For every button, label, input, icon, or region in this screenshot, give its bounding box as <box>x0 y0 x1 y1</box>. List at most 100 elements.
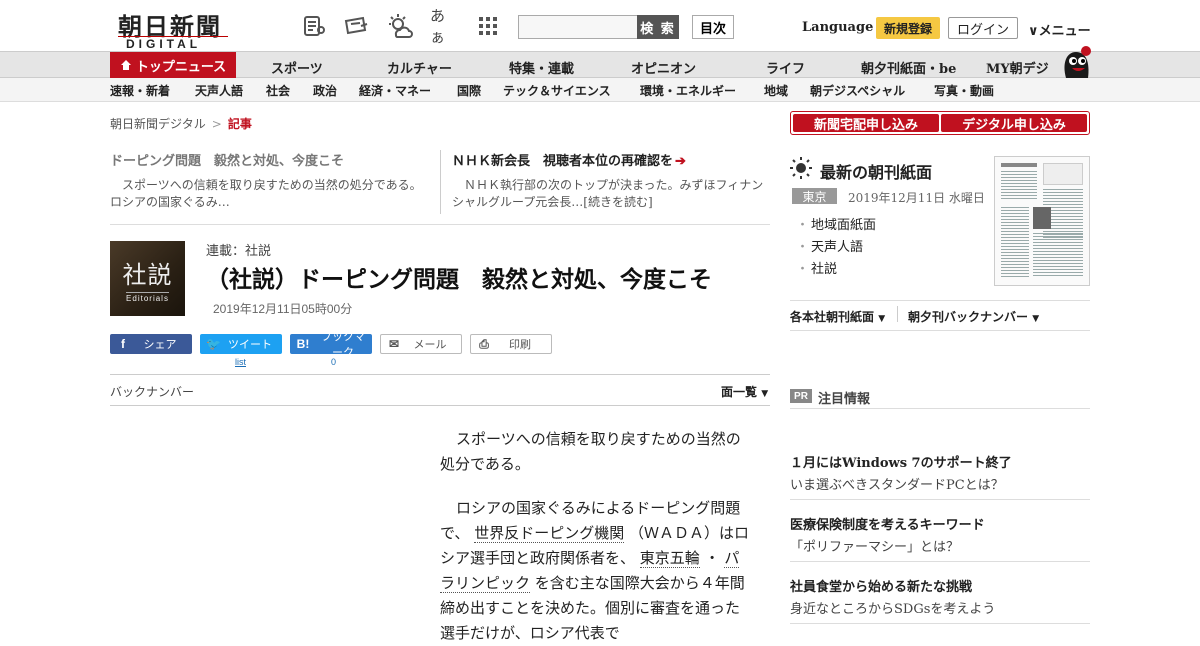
divider <box>110 405 770 406</box>
login-button[interactable]: ログイン <box>948 17 1018 39</box>
menu-label: メニュー <box>1038 24 1091 39</box>
mascot-icon[interactable] <box>1058 44 1092 78</box>
editorial-badge-kanji: 社説 <box>122 260 173 289</box>
language-link[interactable]: Language <box>802 20 873 35</box>
subnav-special[interactable]: 朝デジスペシャル <box>810 82 905 99</box>
related-article[interactable]: ＮＨＫ新会長 視聴者本位の再確認を ➔ ＮＨＫ執行部の次のトップが決まった。みずほ… <box>452 150 770 211</box>
dropdown-triangle-icon: ▼ <box>761 389 769 399</box>
nav-sports[interactable]: スポーツ <box>271 58 323 77</box>
logo-text-en: DIGITAL <box>126 37 202 51</box>
site-header: 朝日新聞 DIGITAL あぁ 検 索 目次 Language 新規登録 ログイ… <box>0 0 1200 52</box>
mail-button[interactable]: ✉ メール <box>380 334 462 354</box>
nav-my-asadigi[interactable]: MY朝デジ <box>986 58 1049 77</box>
site-logo[interactable]: 朝日新聞 DIGITAL <box>112 7 230 51</box>
subscribe-digital-button[interactable]: デジタル申し込み <box>941 114 1087 133</box>
toc-button[interactable]: 目次 <box>692 15 734 39</box>
subnav-tenseijingo[interactable]: 天声人語 <box>195 82 243 99</box>
search-button[interactable]: 検 索 <box>637 15 679 39</box>
term-link-wada[interactable]: 世界反ドーピング機関 <box>474 524 625 543</box>
breadcrumb-home[interactable]: 朝日新聞デジタル <box>110 117 206 131</box>
dropdown-triangle-icon: ▼ <box>1032 314 1040 324</box>
divider <box>790 408 1090 409</box>
search-input[interactable] <box>518 15 638 39</box>
right-link-tenseijingo[interactable]: 天声人語 <box>796 236 863 255</box>
twitter-tweet-button[interactable]: 🐦 ツイート <box>200 334 282 354</box>
related-desc: スポーツへの信頼を取り戻すための当然の処分である。 ロシアの国家ぐるみ… <box>110 178 428 209</box>
article-headline: （社説）ドーピング問題 毅然と対処、今度こそ <box>206 266 712 293</box>
newspaper-icon[interactable] <box>300 12 328 40</box>
register-button[interactable]: 新規登録 <box>876 17 940 39</box>
editorial-badge-image: 社説 Editorials <box>110 241 185 316</box>
related-title[interactable]: ドーピング問題 毅然と対処、今度こそ <box>110 150 428 169</box>
page-list-dropdown[interactable]: 面一覧 ▼ <box>721 383 768 400</box>
hq-paper-dropdown[interactable]: 各本社朝刊紙面 ▼ <box>790 308 885 325</box>
term-link-tokyo-olympics[interactable]: 東京五輪 <box>639 549 700 568</box>
grid-menu-icon[interactable] <box>474 12 502 40</box>
region-badge: 東京 <box>792 188 837 204</box>
right-link-regional[interactable]: 地域面紙面 <box>796 214 876 233</box>
subnav-breaking[interactable]: 速報・新着 <box>110 82 170 99</box>
twitter-count[interactable]: list <box>235 357 246 367</box>
related-title[interactable]: ＮＨＫ新会長 視聴者本位の再確認を <box>452 154 673 169</box>
back-paper-dropdown[interactable]: 朝夕刊バックナンバー ▼ <box>908 308 1039 325</box>
dropdown-triangle-icon: ▼ <box>878 314 886 324</box>
subnav-economy[interactable]: 経済・マネー <box>359 82 431 99</box>
sun-icon <box>790 157 812 179</box>
subnav-international[interactable]: 国際 <box>457 82 481 99</box>
divider <box>790 300 1090 301</box>
subnav-tech[interactable]: テック＆サイエンス <box>503 82 611 99</box>
promo-title[interactable]: 社員食堂から始める新たな挑戦 <box>790 576 972 595</box>
print-icon: ⎙ <box>479 336 489 351</box>
divider <box>897 306 898 322</box>
coupon-icon[interactable] <box>342 12 370 40</box>
subscribe-paper-button[interactable]: 新聞宅配申し込み <box>793 114 939 133</box>
breadcrumb-separator: > <box>211 117 222 131</box>
divider <box>110 374 770 375</box>
menu-button[interactable]: ∨メニュー <box>1028 20 1091 39</box>
font-size-icon[interactable]: あぁ <box>430 7 458 46</box>
right-link-editorial[interactable]: 社説 <box>796 258 837 277</box>
subnav-photo[interactable]: 写真・動画 <box>934 82 994 99</box>
newspaper-thumbnail[interactable] <box>994 156 1090 286</box>
sub-nav: 速報・新着 天声人語 社会 政治 経済・マネー 国際 テック＆サイエンス 環境・… <box>0 78 1200 102</box>
subnav-society[interactable]: 社会 <box>266 82 290 99</box>
article-paragraph: スポーツへの信頼を取り戻すための当然の処分である。 <box>440 430 741 473</box>
editorial-badge-en: Editorials <box>126 291 169 303</box>
nav-newspaper-be[interactable]: 朝夕刊紙面・be <box>861 58 956 77</box>
promo-desc: 身近なところからSDGsを考えよう <box>790 602 996 617</box>
subnav-region[interactable]: 地域 <box>764 82 788 99</box>
pr-badge: PR <box>790 389 812 403</box>
hatena-bookmark-button[interactable]: B! ブックマーク <box>290 331 372 359</box>
subnav-politics[interactable]: 政治 <box>313 82 337 99</box>
related-article[interactable]: ドーピング問題 毅然と対処、今度こそ スポーツへの信頼を取り戻すための当然の処分… <box>110 150 428 211</box>
home-icon <box>120 60 131 70</box>
series-label[interactable]: 連載：社説 <box>206 240 271 259</box>
chevron-down-icon: ∨ <box>1028 24 1039 39</box>
promo-desc: 「ポリファーマシー」とは？ <box>790 540 960 555</box>
back-number-link[interactable]: バックナンバー <box>110 383 194 400</box>
subnav-environment[interactable]: 環境・エネルギー <box>640 82 736 99</box>
nav-life[interactable]: ライフ <box>766 58 805 77</box>
weather-icon[interactable] <box>386 12 414 40</box>
hatena-icon: B! <box>296 337 310 351</box>
print-button[interactable]: ⎙ 印刷 <box>470 334 552 354</box>
notice-title: 注目情報 <box>818 392 871 407</box>
main-nav: トップニュース スポーツ カルチャー 特集・連載 オピニオン ライフ 朝夕刊紙面… <box>0 52 1200 78</box>
breadcrumb: 朝日新聞デジタル > 記事 <box>110 115 252 132</box>
facebook-icon: f <box>121 337 125 351</box>
facebook-share-button[interactable]: f シェア <box>110 334 192 354</box>
promo-title[interactable]: 医療保険制度を考えるキーワード <box>790 514 985 533</box>
hatena-count: 0 <box>331 357 337 367</box>
breadcrumb-current: 記事 <box>227 117 252 131</box>
nav-culture[interactable]: カルチャー <box>387 58 452 77</box>
divider <box>790 330 1090 331</box>
related-divider <box>440 150 441 214</box>
arrow-right-icon: ➔ <box>675 154 686 169</box>
nav-features[interactable]: 特集・連載 <box>509 58 574 77</box>
nav-opinion[interactable]: オピニオン <box>631 58 696 77</box>
promo-title[interactable]: １月にはWindows 7のサポート終了 <box>790 452 1012 471</box>
article-date: 2019年12月11日05時00分 <box>213 302 353 316</box>
nav-top-news[interactable]: トップニュース <box>110 52 236 78</box>
morning-edition-title: 最新の朝刊紙面 <box>820 163 933 182</box>
nav-top-news-label: トップニュース <box>135 59 227 75</box>
